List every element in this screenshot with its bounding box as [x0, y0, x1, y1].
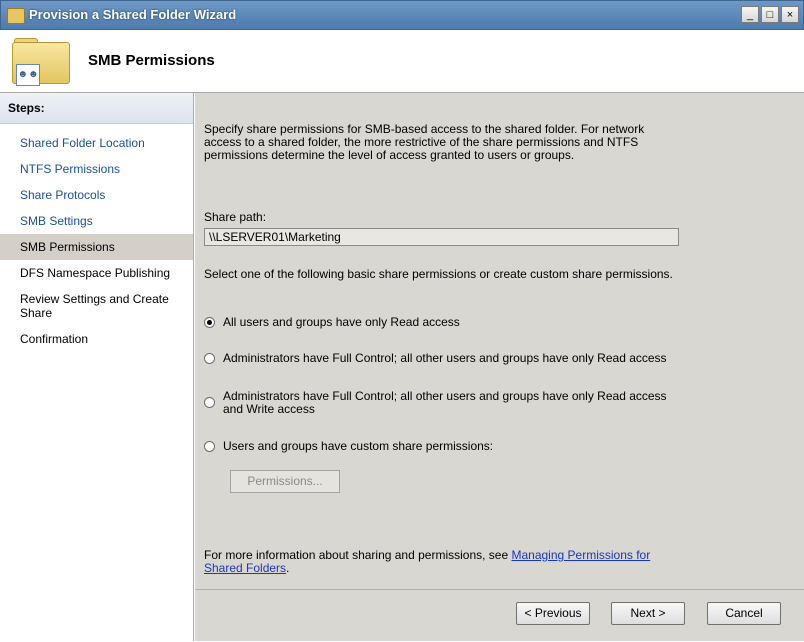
shared-folder-icon: ☻☻ — [10, 38, 72, 86]
minimize-button[interactable]: _ — [741, 6, 759, 23]
next-button[interactable]: Next > — [611, 602, 685, 625]
radio-button-selected[interactable] — [204, 317, 215, 328]
window-title: Provision a Shared Folder Wizard — [29, 7, 237, 22]
radio-button[interactable] — [204, 397, 215, 408]
intro-text: Specify share permissions for SMB-based … — [204, 122, 645, 162]
step-confirmation: Confirmation — [20, 332, 89, 346]
wizard-app-icon — [7, 8, 25, 24]
radio-button[interactable] — [204, 353, 215, 364]
option-admin-full-read-write[interactable]: Administrators have Full Control; all ot… — [204, 390, 683, 416]
option-read-only[interactable]: All users and groups have only Read acce… — [204, 316, 683, 329]
steps-pane: Steps: Shared Folder Location NTFS Permi… — [0, 93, 194, 641]
previous-button[interactable]: < Previous — [516, 602, 590, 625]
step-review-settings: Review Settings and Create Share — [20, 292, 169, 320]
step-smb-permissions: SMB Permissions — [0, 234, 193, 260]
page-title: SMB Permissions — [88, 52, 215, 69]
cancel-button[interactable]: Cancel — [707, 602, 781, 625]
step-dfs-namespace-publishing: DFS Namespace Publishing — [20, 266, 171, 280]
button-bar: < Previous Next > Cancel — [195, 589, 804, 642]
radio-button[interactable] — [204, 441, 215, 452]
window-titlebar[interactable]: Provision a Shared Folder Wizard _ □ × — [0, 0, 804, 30]
window-controls: _ □ × — [741, 6, 799, 23]
option-admin-full-read[interactable]: Administrators have Full Control; all ot… — [204, 352, 683, 365]
option-custom-permissions[interactable]: Users and groups have custom share permi… — [204, 440, 683, 453]
option-label: All users and groups have only Read acce… — [223, 315, 460, 329]
step-share-protocols[interactable]: Share Protocols — [0, 182, 193, 208]
wizard-header: ☻☻ SMB Permissions — [0, 30, 804, 93]
step-shared-folder-location[interactable]: Shared Folder Location — [0, 130, 193, 156]
option-label: Administrators have Full Control; all ot… — [223, 351, 667, 365]
content-pane: Specify share permissions for SMB-based … — [195, 93, 804, 641]
step-ntfs-permissions[interactable]: NTFS Permissions — [0, 156, 193, 182]
close-button[interactable]: × — [781, 6, 799, 23]
permissions-button[interactable]: Permissions... — [230, 470, 340, 493]
more-info-text: For more information about sharing and p… — [204, 549, 674, 575]
maximize-button[interactable]: □ — [761, 6, 779, 23]
step-smb-settings[interactable]: SMB Settings — [0, 208, 193, 234]
share-path-label: Share path: — [204, 210, 267, 224]
users-icon: ☻☻ — [16, 64, 40, 86]
share-path-field[interactable]: \\LSERVER01\Marketing — [204, 228, 679, 246]
select-hint-text: Select one of the following basic share … — [204, 267, 673, 281]
more-info-prefix: For more information about sharing and p… — [204, 548, 512, 562]
option-label: Users and groups have custom share permi… — [223, 439, 494, 453]
steps-heading: Steps: — [0, 93, 193, 124]
option-label: Administrators have Full Control; all ot… — [223, 389, 667, 416]
more-info-period: . — [286, 561, 290, 575]
